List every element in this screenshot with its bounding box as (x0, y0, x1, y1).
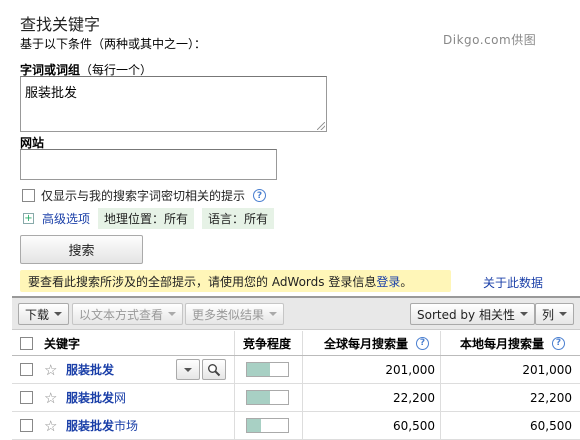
chevron-down-icon (184, 367, 192, 372)
download-label: 下载 (25, 307, 50, 322)
col-global-label: 全球每月搜索量 (324, 336, 409, 351)
keyword-results-table: 关键字 竞争程度 全球每月搜索量? 本地每月搜索量? ☆ 服装批发 201,00… (12, 331, 580, 440)
chevron-down-icon (519, 312, 528, 316)
col-competition-header[interactable]: 竞争程度 (243, 331, 291, 355)
col-global-header[interactable]: 全球每月搜索量? (324, 331, 430, 355)
about-data-link[interactable]: 关于此数据 ? (483, 274, 568, 292)
table-header-row: 关键字 竞争程度 全球每月搜索量? 本地每月搜索量? (12, 331, 580, 356)
global-volume: 22,200 (393, 390, 435, 405)
help-icon[interactable]: ? (416, 336, 430, 350)
advanced-options-row: + 高级选项 地理位置：所有 语言：所有 (23, 208, 275, 229)
row-checkbox[interactable] (20, 391, 33, 404)
competition-bar (246, 390, 289, 405)
local-volume: 22,200 (530, 390, 572, 405)
magnifier-icon (208, 363, 221, 376)
search-button[interactable]: 搜索 (20, 235, 143, 264)
columns-dropdown[interactable]: 列 (535, 303, 575, 325)
keyword-tools (176, 359, 226, 380)
closely-related-label: 仅显示与我的搜索字词密切相关的提示 (41, 189, 246, 203)
download-button[interactable]: 下载 (18, 303, 70, 325)
advanced-options-link[interactable]: 高级选项 (42, 210, 90, 227)
about-data-label: 关于此数据 (483, 276, 544, 290)
more-like-these-button[interactable]: 更多类似结果 (185, 303, 285, 325)
competition-bar (246, 418, 289, 433)
table-row: ☆ 服装批发 201,000 201,000 (12, 356, 580, 384)
col-local-label: 本地每月搜索量 (460, 336, 545, 351)
sort-dropdown[interactable]: Sorted by 相关性 (410, 303, 535, 325)
view-as-text-label: 以文本方式查看 (79, 307, 164, 322)
table-row: ☆ 服装批发网 22,200 22,200 (12, 384, 580, 412)
words-label-note: （每行一个） (80, 63, 153, 77)
keyword-action-dropdown[interactable] (176, 359, 200, 380)
star-outline-icon[interactable]: ☆ (44, 412, 57, 439)
col-keyword-header[interactable]: 关键字 (44, 331, 80, 355)
location-chip[interactable]: 地理位置：所有 (98, 208, 195, 229)
magnifier-button[interactable] (202, 359, 226, 380)
chevron-down-icon (54, 312, 63, 316)
col-local-header[interactable]: 本地每月搜索量? (460, 331, 566, 355)
help-icon[interactable]: ? (253, 189, 267, 202)
star-outline-icon[interactable]: ☆ (44, 356, 57, 383)
keyword-link[interactable]: 服装批发网 (66, 384, 126, 411)
notice-text: 要查看此搜索所涉及的全部提示，请使用您的 AdWords 登录信息 (28, 274, 377, 289)
local-volume: 60,500 (530, 418, 572, 433)
closely-related-option: 仅显示与我的搜索字词密切相关的提示 ? (22, 187, 267, 204)
table-row: ☆ 服装批发 市场 60,500 60,500 (12, 412, 580, 440)
more-like-these-label: 更多类似结果 (192, 307, 265, 322)
help-icon[interactable]: ? (552, 336, 566, 350)
keyword-link[interactable]: 服装批发 (66, 356, 114, 383)
results-toolbar: 下载 以文本方式查看 更多类似结果 Sorted by 相关性 列 (12, 298, 580, 330)
expand-plus-icon[interactable]: + (23, 213, 34, 224)
chevron-down-icon (269, 312, 278, 316)
star-outline-icon[interactable]: ☆ (44, 384, 57, 411)
page-title: 查找关键字 (20, 15, 101, 34)
view-as-text-button[interactable]: 以文本方式查看 (72, 303, 184, 325)
select-all-checkbox[interactable] (20, 336, 33, 350)
keyword-link[interactable]: 服装批发 市场 (66, 412, 138, 439)
website-input[interactable] (20, 149, 277, 180)
local-volume: 201,000 (522, 362, 572, 377)
signin-notice: 要查看此搜索所涉及的全部提示，请使用您的 AdWords 登录信息 登录。 (20, 270, 451, 292)
keywords-textarea[interactable]: 服装批发 (20, 76, 327, 132)
columns-label: 列 (542, 307, 555, 322)
resize-grip-icon[interactable] (317, 122, 325, 130)
global-volume: 60,500 (393, 418, 435, 433)
row-checkbox[interactable] (20, 363, 33, 376)
notice-end: 。 (400, 274, 413, 289)
global-volume: 201,000 (385, 362, 435, 377)
sort-label: Sorted by 相关性 (417, 307, 515, 322)
watermark: Dikgo.com供图 (443, 33, 537, 47)
page-subtitle: 基于以下条件（两种或其中之一）： (20, 37, 207, 51)
signin-link[interactable]: 登录 (376, 273, 400, 290)
language-chip[interactable]: 语言：所有 (202, 208, 275, 229)
competition-bar (246, 362, 289, 377)
closely-related-checkbox[interactable] (22, 189, 35, 202)
chevron-down-icon (168, 312, 177, 316)
keywords-value: 服装批发 (25, 86, 78, 101)
row-checkbox[interactable] (20, 419, 33, 432)
chevron-down-icon (559, 312, 568, 316)
